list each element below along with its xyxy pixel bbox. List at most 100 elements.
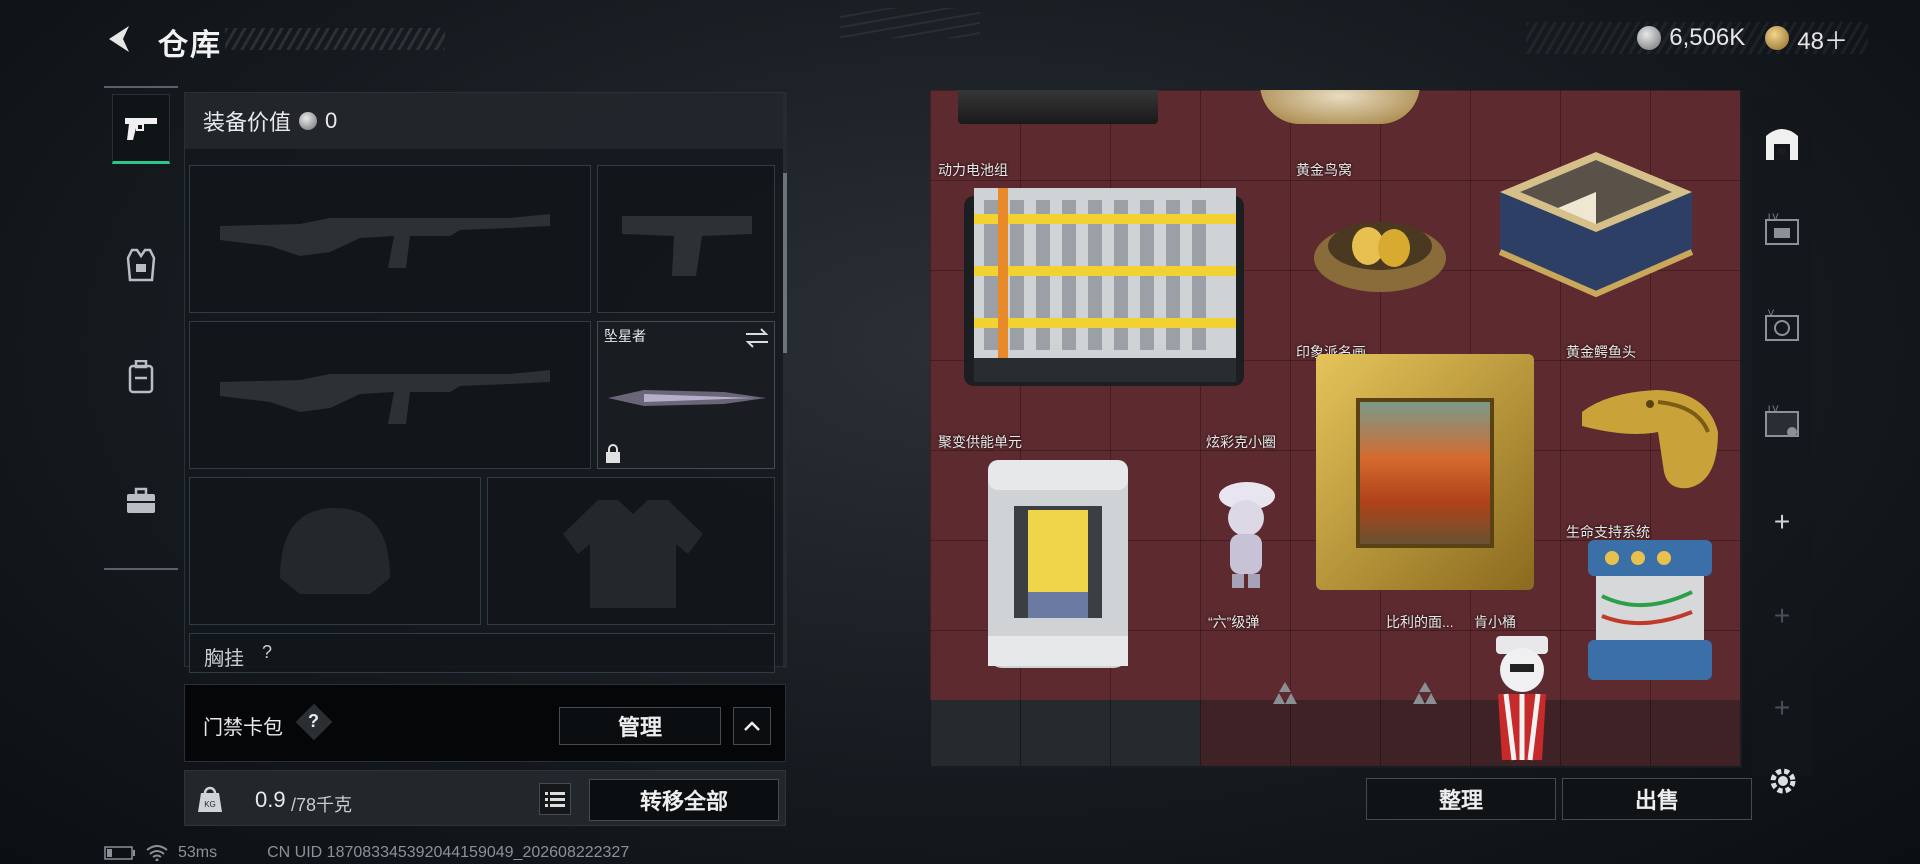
ping-value: 53ms <box>178 844 218 861</box>
stash-item-fusion-unit[interactable] <box>978 448 1138 678</box>
tab-container[interactable] <box>112 466 170 536</box>
chevron-up-icon <box>744 721 760 731</box>
sort-button[interactable]: 整理 <box>1366 778 1556 820</box>
stash-item-bucket-figure[interactable] <box>1484 632 1560 764</box>
helmet-silhouette-icon <box>280 508 390 594</box>
weight-capacity: /78千克 <box>291 795 353 815</box>
storage-lv2-icon: V <box>1765 308 1799 341</box>
access-card-label: 门禁卡包 <box>203 717 283 739</box>
equipment-scroll-thumb[interactable] <box>783 173 787 353</box>
add-container-button[interactable]: + <box>1760 500 1804 544</box>
svg-text:V: V <box>1768 308 1774 318</box>
collapse-button[interactable] <box>733 707 771 745</box>
item-label: 动力电池组 <box>938 162 1008 178</box>
backpack-icon <box>128 360 154 394</box>
sell-button[interactable]: 出售 <box>1562 778 1752 820</box>
weight-icon: KG <box>198 786 222 812</box>
secondary-primary-weapon-slot[interactable] <box>189 321 591 469</box>
background-decoration <box>840 8 980 38</box>
swap-icon[interactable] <box>744 328 770 348</box>
add-container-button-disabled: + <box>1773 600 1791 631</box>
storage-lv3-icon: LV <box>1765 404 1799 437</box>
svg-text:LV: LV <box>1768 212 1778 222</box>
stash-item-life-support[interactable] <box>1582 536 1718 686</box>
silver-coin-icon <box>299 112 318 130</box>
equipment-value-header: 装备价值 0 <box>185 93 785 149</box>
stash-item-golden-nest[interactable] <box>1310 186 1450 296</box>
battery-icon <box>104 846 135 860</box>
lock-icon <box>606 444 620 463</box>
silver-currency-value: 6,506K <box>1669 24 1746 51</box>
chest-rig-label: 胸挂 <box>204 648 244 670</box>
container-lv-1-button[interactable]: LV <box>1760 208 1804 252</box>
tab-divider-bottom <box>104 568 178 570</box>
manage-button[interactable]: 管理 <box>559 707 721 745</box>
container-lv-2-button[interactable]: V <box>1760 304 1804 348</box>
page-title: 仓库 <box>158 29 222 62</box>
tab-divider-top <box>104 86 178 88</box>
item-label: 比利的面... <box>1386 614 1454 630</box>
life-support-icon <box>1588 540 1712 680</box>
pistol-silhouette-icon <box>622 216 752 276</box>
gold-currency-value[interactable]: 48＋ <box>1797 21 1848 56</box>
painting-canvas <box>1356 398 1494 548</box>
stash-side-column: LV V LV + + + <box>1752 96 1812 776</box>
stash-item-chess-set[interactable] <box>1490 102 1702 302</box>
list-icon <box>545 792 565 807</box>
wifi-icon <box>146 845 168 861</box>
stash-item-vase[interactable] <box>1260 90 1420 124</box>
silver-coin-icon <box>1637 26 1662 50</box>
stash-empty-cells <box>930 700 1200 766</box>
melee-weapon-slot[interactable]: 坠星者 <box>597 321 775 469</box>
primary-weapon-slot[interactable] <box>189 165 591 313</box>
tab-armor[interactable] <box>112 230 170 300</box>
item-label: 炫彩克小圈 <box>1206 434 1276 450</box>
pistol-icon <box>125 118 157 140</box>
equipment-tab-column <box>104 86 178 570</box>
item-label: 黄金鸟窝 <box>1296 162 1352 178</box>
fusion-unit-icon <box>988 460 1128 668</box>
help-icon[interactable]: ? <box>308 711 319 732</box>
currency-bar: 6,506K 48＋ <box>1526 21 1868 56</box>
container-lv-3-button[interactable]: LV <box>1760 400 1804 444</box>
stash-page-button[interactable] <box>1760 120 1804 164</box>
crocodile-head-icon <box>1582 390 1718 489</box>
item-label: “六”级弹 <box>1208 614 1260 630</box>
svg-text:KG: KG <box>204 800 216 809</box>
stash-item-golden-crocodile[interactable] <box>1578 362 1728 492</box>
storage-lv1-icon: LV <box>1765 212 1799 245</box>
warehouse-icon <box>1766 129 1798 160</box>
tab-weapons[interactable] <box>112 94 170 164</box>
equipment-panel: 装备价值 0 坠星者 胸挂 ? <box>184 92 787 673</box>
uid-text: CN UID 187083345392044159049_20260822232… <box>267 844 630 861</box>
rifle-silhouette-icon <box>220 214 550 268</box>
briefcase-icon <box>127 487 155 513</box>
add-container-button-disabled: + <box>1773 692 1791 723</box>
item-label: 黄金鳄鱼头 <box>1566 344 1636 360</box>
ammo-triforce-icon[interactable] <box>1270 680 1300 706</box>
back-arrow-icon[interactable] <box>103 22 137 56</box>
transfer-all-button[interactable]: 转移全部 <box>589 779 779 821</box>
equipment-scrollbar[interactable] <box>783 93 787 668</box>
bucket-figure-icon <box>1496 636 1548 761</box>
stash-item-power-battery[interactable] <box>958 182 1250 394</box>
list-view-button[interactable] <box>539 783 571 815</box>
stash-container: 动力电池组 黄金鸟窝 印象派名画 黄金鳄鱼头 聚变供能单元 炫彩克小圈 生命支持… <box>930 90 1742 768</box>
settings-button[interactable] <box>1766 764 1800 803</box>
gear-icon <box>1770 768 1796 794</box>
weight-current: 0.9 <box>255 787 286 812</box>
stash-item-crate[interactable] <box>958 90 1158 124</box>
stash-item-figurine[interactable] <box>1212 470 1282 590</box>
chess-box-icon <box>1498 152 1694 298</box>
helmet-slot[interactable] <box>189 477 481 625</box>
mask-triforce-icon[interactable] <box>1410 680 1440 706</box>
chest-rig-slot[interactable]: 胸挂 ? <box>189 633 775 673</box>
equipment-value-label: 装备价值 <box>203 110 292 135</box>
equipment-value: 0 <box>325 108 338 133</box>
stash-item-painting[interactable] <box>1316 354 1534 590</box>
battery-pack-icon <box>964 188 1244 386</box>
secondary-weapon-slot[interactable] <box>597 165 775 313</box>
tab-backpack[interactable] <box>112 342 170 412</box>
melee-weapon-name: 坠星者 <box>604 328 646 344</box>
armor-slot[interactable] <box>487 477 775 625</box>
